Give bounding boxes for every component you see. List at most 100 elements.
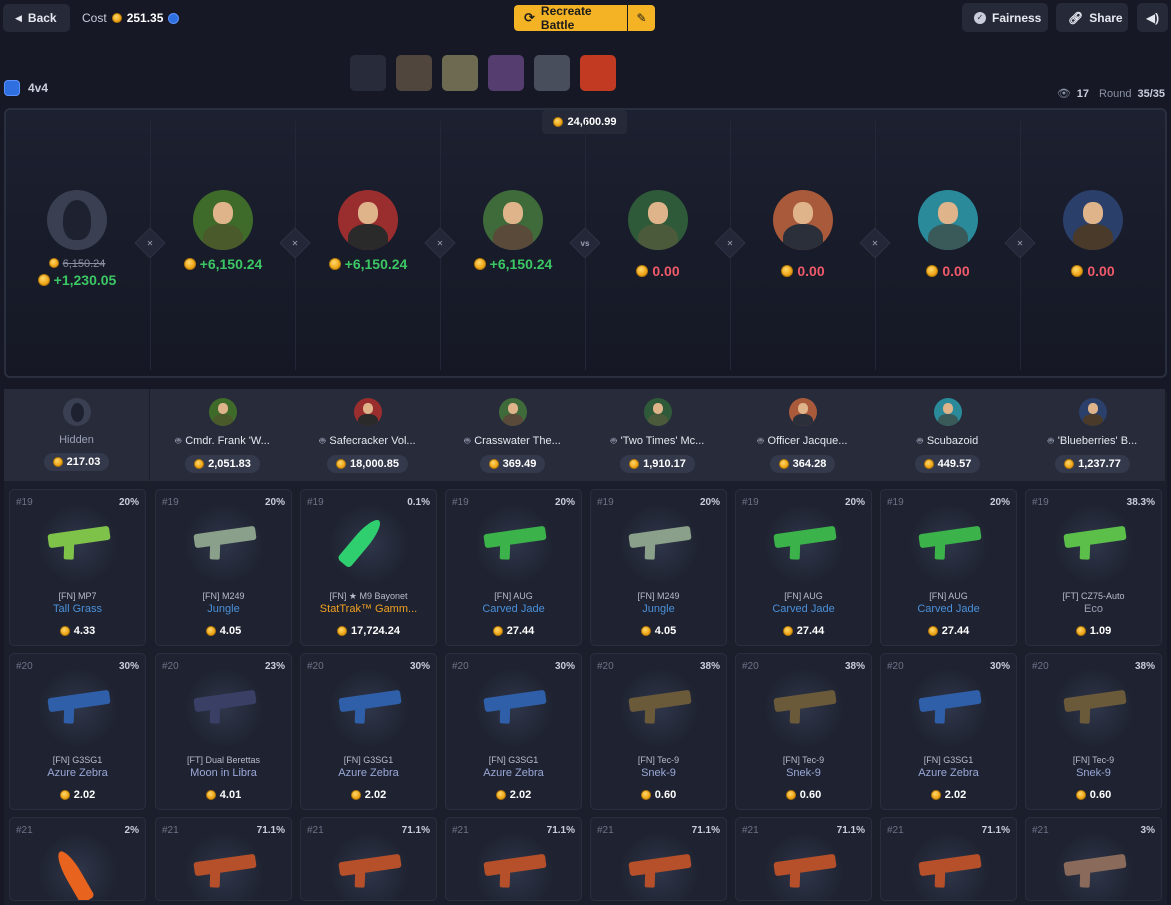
cost-display: Cost 251.35 <box>82 11 180 25</box>
item-card[interactable]: #21 2% <box>9 817 146 901</box>
coin-icon <box>205 626 216 636</box>
skin-name: Eco <box>1084 603 1103 615</box>
bot-icon: 🤖︎ <box>464 436 471 447</box>
avatar <box>643 398 672 426</box>
case-icon <box>442 55 478 91</box>
item-card[interactable]: #19 20% [FN] AUG Carved Jade 27.44 <box>735 489 872 646</box>
item-card[interactable]: #20 38% [FN] Tec-9 Snek-9 0.60 <box>1025 653 1162 810</box>
skin-name: Moon in Libra <box>190 767 257 779</box>
item-card[interactable]: #20 38% [FN] Tec-9 Snek-9 0.60 <box>590 653 727 810</box>
round-number: #20 <box>887 661 904 672</box>
mode-label: 4v4 <box>28 81 49 95</box>
player-name-text: Crasswater The... <box>474 435 561 447</box>
item-name: [FN] AUG <box>929 591 968 601</box>
drop-chance: 30% <box>118 661 139 672</box>
item-card[interactable]: #20 38% [FN] Tec-9 Snek-9 0.60 <box>735 653 872 810</box>
item-price: 4.05 <box>156 625 291 637</box>
avatar <box>773 190 833 250</box>
pencil-icon: ✎ <box>636 11 647 25</box>
item-card[interactable]: #19 20% [FN] M249 Jungle 4.05 <box>590 489 727 646</box>
item-card[interactable]: #20 30% [FN] G3SG1 Azure Zebra 2.02 <box>445 653 582 810</box>
item-card[interactable]: #19 20% [FN] AUG Carved Jade 27.44 <box>880 489 1017 646</box>
item-card[interactable]: #21 71.1% <box>445 817 582 901</box>
player-name-text: Cmdr. Frank 'W... <box>185 435 270 447</box>
item-price: 27.44 <box>736 625 871 637</box>
skin-name: Snek-9 <box>786 767 821 779</box>
round-number: #19 <box>597 497 614 508</box>
item-price-value: 27.44 <box>506 625 535 637</box>
drop-chance: 3% <box>1140 825 1155 836</box>
check-circle-icon: ✓ <box>974 11 986 24</box>
player-winnings: +1,230.05 <box>4 272 150 288</box>
skin-name: Carved Jade <box>917 603 980 615</box>
back-button[interactable]: ◀ Back <box>3 4 70 32</box>
item-card[interactable]: #21 71.1% <box>735 817 872 901</box>
round-number: #19 <box>16 497 33 508</box>
item-card[interactable]: #21 71.1% <box>300 817 437 901</box>
avatar <box>47 190 107 250</box>
item-price: 0.60 <box>591 789 726 801</box>
item-name: [FT] Dual Berettas <box>186 755 261 765</box>
battle-mode: 4v4 <box>4 80 48 96</box>
fairness-button[interactable]: ✓ Fairness <box>962 3 1048 32</box>
player-name: 🤖︎ 'Two Times' Mc... <box>585 434 730 448</box>
item-card[interactable]: #21 71.1% <box>880 817 1017 901</box>
item-price-value: 0.60 <box>799 789 822 801</box>
coin-icon <box>923 459 934 469</box>
player-name: 🤖︎ Safecracker Vol... <box>295 434 440 448</box>
item-card[interactable]: #20 30% [FN] G3SG1 Azure Zebra 2.02 <box>9 653 146 810</box>
case-list <box>350 55 616 91</box>
player-name: 🤖︎ Cmdr. Frank 'W... <box>150 434 295 448</box>
item-card[interactable]: #20 23% [FT] Dual Berettas Moon in Libra 4.0… <box>155 653 292 810</box>
drop-chance: 38% <box>844 661 865 672</box>
item-card[interactable]: #21 71.1% <box>155 817 292 901</box>
drop-chance: 71.1% <box>256 825 285 836</box>
original-amount-value: 6,150.24 <box>62 258 106 270</box>
item-card[interactable]: #19 20% [FN] M249 Jungle 4.05 <box>155 489 292 646</box>
coin-icon <box>629 459 640 469</box>
item-card[interactable]: #19 0.1% [FN] ★ M9 Bayonet StatTrak™ Gamm..… <box>300 489 437 646</box>
separator-label: ✕ <box>726 238 734 248</box>
skin-name: Carved Jade <box>482 603 545 615</box>
avatar <box>483 190 543 250</box>
item-card[interactable]: #20 30% [FN] G3SG1 Azure Zebra 2.02 <box>300 653 437 810</box>
item-card[interactable]: #19 20% [FN] MP7 Tall Grass 4.33 <box>9 489 146 646</box>
case-icon <box>350 55 386 91</box>
player-name-text: Safecracker Vol... <box>329 435 416 447</box>
item-name: [FN] G3SG1 <box>343 755 394 765</box>
item-price-value: 4.01 <box>219 789 242 801</box>
top-bar: ◀ Back Cost 251.35 ⟳ Recreate Battle ✎ ✓… <box>0 0 1171 40</box>
share-button[interactable]: 🔗︎ Share <box>1056 3 1128 32</box>
item-card[interactable]: #19 20% [FN] AUG Carved Jade 27.44 <box>445 489 582 646</box>
item-price-value: 2.02 <box>73 789 96 801</box>
edit-button[interactable]: ✎ <box>628 5 655 31</box>
arena-player: 0.00 <box>585 190 731 279</box>
coin-icon <box>636 265 649 277</box>
round-number: #21 <box>452 825 469 836</box>
item-price: 0.60 <box>1026 789 1161 801</box>
round-value: 35/35 <box>1137 87 1165 100</box>
player-total: 217.03 <box>43 453 110 471</box>
round-number: #21 <box>887 825 904 836</box>
recreate-battle-button[interactable]: ⟳ Recreate Battle <box>514 4 627 32</box>
round-number: #20 <box>307 661 324 672</box>
skin-name: Tall Grass <box>53 603 102 615</box>
item-name: [FN] ★ M9 Bayonet <box>329 591 408 601</box>
coin-icon <box>552 117 563 127</box>
coin-icon <box>52 457 63 467</box>
player-column-header: 🤖︎ Safecracker Vol... 18,000.85 <box>295 389 440 481</box>
sound-button[interactable]: ◀) <box>1137 3 1168 32</box>
fairness-label: Fairness <box>992 10 1042 25</box>
player-winnings: +6,150.24 <box>440 256 586 272</box>
item-price: 17,724.24 <box>301 625 436 637</box>
player-total-value: 1,910.17 <box>643 458 686 470</box>
item-price-value: 4.05 <box>219 625 242 637</box>
arena-player: 6,150.24 +1,230.05 <box>4 190 150 288</box>
item-card[interactable]: #21 71.1% <box>590 817 727 901</box>
player-total-value: 364.28 <box>792 458 827 470</box>
player-column-header: 🤖︎ 'Two Times' Mc... 1,910.17 <box>585 389 730 481</box>
item-card[interactable]: #21 3% <box>1025 817 1162 901</box>
item-card[interactable]: #19 38.3% [FT] CZ75-Auto Eco 1.09 <box>1025 489 1162 646</box>
item-card[interactable]: #20 30% [FN] G3SG1 Azure Zebra 2.02 <box>880 653 1017 810</box>
item-price: 1.09 <box>1026 625 1161 637</box>
